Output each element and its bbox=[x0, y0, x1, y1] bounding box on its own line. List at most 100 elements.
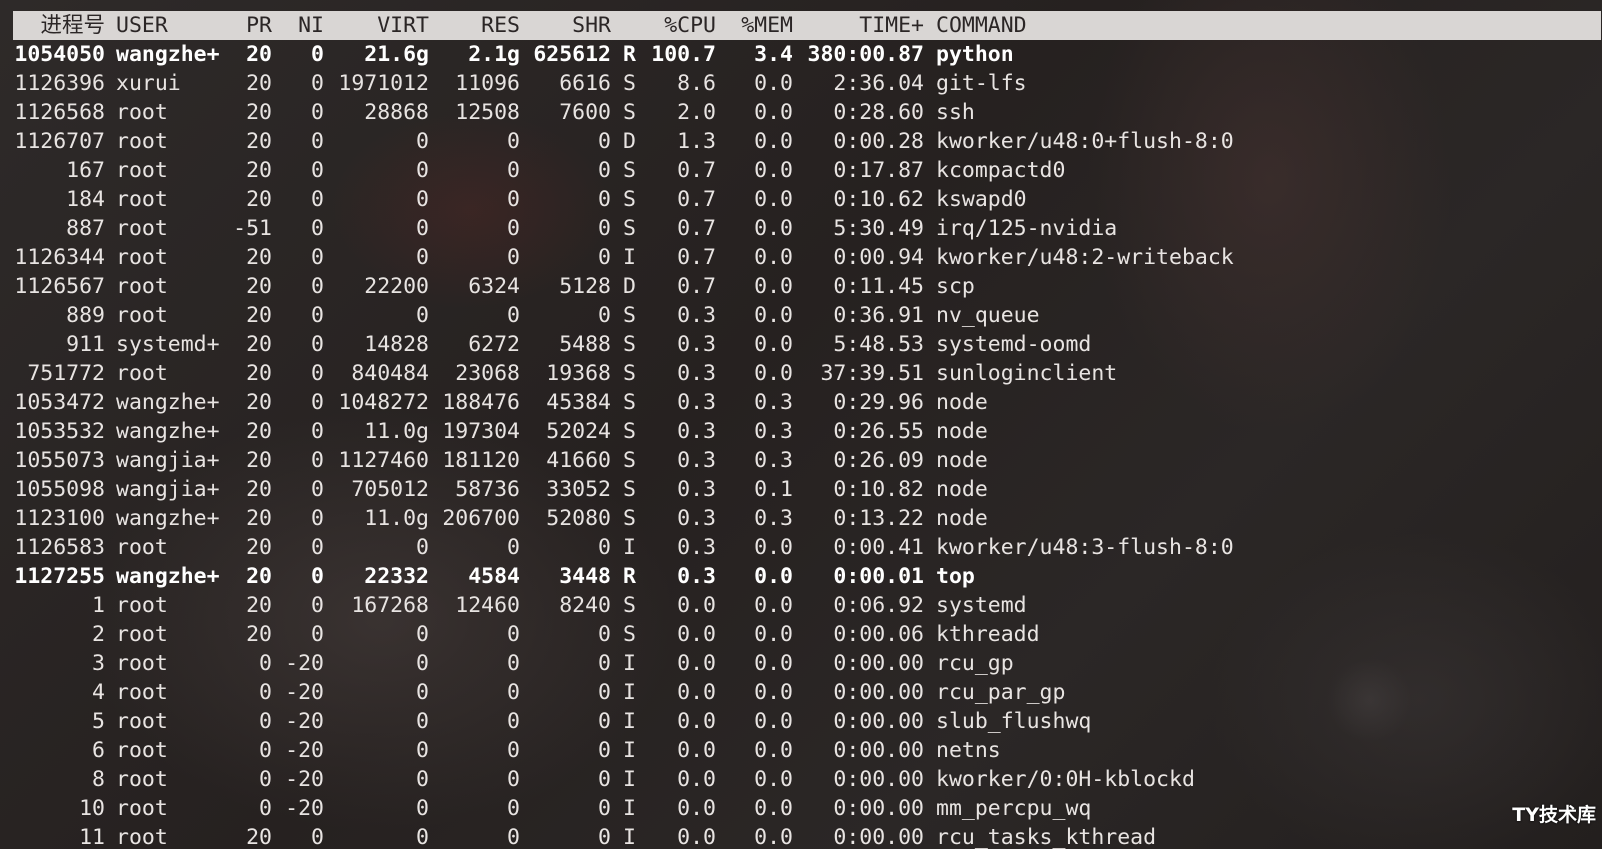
table-row[interactable]: 184 root 20 0 0 0 0 S 0.7 0.0 0:10.62 kswapd0 bbox=[0, 185, 1602, 214]
table-row[interactable]: 887 root -51 0 0 0 0 S 0.7 0.0 5:30.49 irq/125-nvid… bbox=[0, 214, 1602, 243]
cell-command: git-lfs bbox=[936, 71, 1027, 96]
cell-state: S bbox=[623, 622, 636, 647]
table-row[interactable]: 1055098 wangjia+ 20 0 705012 58736 33052 S 0.3 0.… bbox=[0, 475, 1602, 504]
cell-user: wangzhe+ bbox=[116, 419, 220, 444]
table-row[interactable]: 167 root 20 0 0 0 0 S 0.7 0.0 0:17.87 kcompactd0 bbox=[0, 156, 1602, 185]
table-row[interactable]: 1126707 root 20 0 0 0 0 D 1.3 0.0 0:00.28 kworker/u… bbox=[0, 127, 1602, 156]
cell-virt: 14828 bbox=[364, 332, 429, 357]
cell-res: 2.1g bbox=[468, 42, 520, 67]
table-row[interactable]: 1126583 root 20 0 0 0 0 I 0.3 0.0 0:00.41 kworker/u… bbox=[0, 533, 1602, 562]
column-header-user: USER bbox=[116, 13, 168, 38]
cell-mem: 0.0 bbox=[754, 680, 793, 705]
cell-virt: 0 bbox=[416, 187, 429, 212]
table-row[interactable]: 1053472 wangzhe+ 20 0 1048272 188476 45384 S 0.3… bbox=[0, 388, 1602, 417]
cell-pid: 1126396 bbox=[14, 71, 105, 96]
cell-nice: 0 bbox=[311, 361, 324, 386]
cell-command: kcompactd0 bbox=[936, 158, 1066, 183]
cell-time: 0:00.00 bbox=[833, 767, 924, 792]
cell-res: 6324 bbox=[468, 274, 520, 299]
cell-user: root bbox=[116, 158, 168, 183]
cell-pid: 1053532 bbox=[14, 419, 105, 444]
table-row[interactable]: 1053532 wangzhe+ 20 0 11.0g 197304 52024 S 0.3 0.… bbox=[0, 417, 1602, 446]
table-row[interactable]: 1126396 xurui 20 0 1971012 11096 6616 S 8.6 0.0 2:… bbox=[0, 69, 1602, 98]
cell-cpu: 0.0 bbox=[677, 825, 716, 849]
cell-time: 0:00.41 bbox=[833, 535, 924, 560]
table-row[interactable]: 8 root 0 -20 0 0 0 I 0.0 0.0 0:00.00 kworker/0:0H-k… bbox=[0, 765, 1602, 794]
table-row[interactable]: 889 root 20 0 0 0 0 S 0.3 0.0 0:36.91 nv_queue bbox=[0, 301, 1602, 330]
cell-shr: 0 bbox=[598, 709, 611, 734]
cell-virt: 0 bbox=[416, 738, 429, 763]
cell-shr: 5128 bbox=[559, 274, 611, 299]
table-row[interactable]: 10 root 0 -20 0 0 0 I 0.0 0.0 0:00.00 mm_percpu_wq bbox=[0, 794, 1602, 823]
table-row[interactable]: 751772 root 20 0 840484 23068 19368 S 0.3 0.0 37:3… bbox=[0, 359, 1602, 388]
cell-shr: 5488 bbox=[559, 332, 611, 357]
table-row[interactable]: 1126567 root 20 0 22200 6324 5128 D 0.7 0.0 0:11.4… bbox=[0, 272, 1602, 301]
cell-time: 0:00.94 bbox=[833, 245, 924, 270]
cell-virt: 0 bbox=[416, 129, 429, 154]
cell-nice: 0 bbox=[311, 825, 324, 849]
table-row[interactable]: 1054050 wangzhe+ 20 0 21.6g 2.1g 625612 R 100.7 3… bbox=[0, 40, 1602, 69]
cell-virt: 0 bbox=[416, 245, 429, 270]
cell-mem: 0.0 bbox=[754, 825, 793, 849]
cell-command: node bbox=[936, 448, 988, 473]
cell-virt: 11.0g bbox=[364, 506, 429, 531]
cell-user: root bbox=[116, 245, 168, 270]
cell-virt: 0 bbox=[416, 651, 429, 676]
cell-priority: 20 bbox=[246, 158, 272, 183]
cell-mem: 0.0 bbox=[754, 187, 793, 212]
cell-user: root bbox=[116, 825, 168, 849]
cell-shr: 41660 bbox=[546, 448, 611, 473]
cell-virt: 0 bbox=[416, 767, 429, 792]
cell-virt: 28868 bbox=[364, 100, 429, 125]
cell-nice: -20 bbox=[285, 651, 324, 676]
cell-mem: 0.0 bbox=[754, 796, 793, 821]
cell-shr: 52024 bbox=[546, 419, 611, 444]
cell-state: S bbox=[623, 477, 636, 502]
table-row[interactable]: 11 root 20 0 0 0 0 I 0.0 0.0 0:00.00 rcu_tasks_kthr… bbox=[0, 823, 1602, 849]
cell-state: S bbox=[623, 361, 636, 386]
cell-user: root bbox=[116, 651, 168, 676]
table-row[interactable]: 1 root 20 0 167268 12460 8240 S 0.0 0.0 0:06.92 sys… bbox=[0, 591, 1602, 620]
table-row[interactable]: 1126568 root 20 0 28868 12508 7600 S 2.0 0.0 0:28.… bbox=[0, 98, 1602, 127]
cell-pid: 4 bbox=[92, 680, 105, 705]
cell-cpu: 1.3 bbox=[677, 129, 716, 154]
table-row[interactable]: 1126344 root 20 0 0 0 0 I 0.7 0.0 0:00.94 kworker/u… bbox=[0, 243, 1602, 272]
cell-time: 0:00.28 bbox=[833, 129, 924, 154]
cell-user: root bbox=[116, 535, 168, 560]
cell-res: 0 bbox=[507, 129, 520, 154]
table-row[interactable]: 911 systemd+ 20 0 14828 6272 5488 S 0.3 0.0 5:48.5… bbox=[0, 330, 1602, 359]
cell-priority: 20 bbox=[246, 42, 272, 67]
cell-command: kthreadd bbox=[936, 622, 1040, 647]
cell-virt: 705012 bbox=[351, 477, 429, 502]
cell-time: 0:00.00 bbox=[833, 738, 924, 763]
cell-res: 0 bbox=[507, 651, 520, 676]
cell-res: 206700 bbox=[442, 506, 520, 531]
cell-pid: 1055073 bbox=[14, 448, 105, 473]
table-row[interactable]: 1123100 wangzhe+ 20 0 11.0g 206700 52080 S 0.3 0.… bbox=[0, 504, 1602, 533]
cell-time: 0:00.06 bbox=[833, 622, 924, 647]
cell-command: scp bbox=[936, 274, 975, 299]
cell-user: wangjia+ bbox=[116, 477, 220, 502]
table-row[interactable]: 1055073 wangjia+ 20 0 1127460 181120 41660 S 0.3… bbox=[0, 446, 1602, 475]
cell-virt: 22200 bbox=[364, 274, 429, 299]
table-row[interactable]: 3 root 0 -20 0 0 0 I 0.0 0.0 0:00.00 rcu_gp bbox=[0, 649, 1602, 678]
cell-user: wangzhe+ bbox=[116, 564, 220, 589]
cell-nice: 0 bbox=[311, 187, 324, 212]
table-row[interactable]: 6 root 0 -20 0 0 0 I 0.0 0.0 0:00.00 netns bbox=[0, 736, 1602, 765]
cell-nice: 0 bbox=[311, 274, 324, 299]
cell-shr: 7600 bbox=[559, 100, 611, 125]
top-process-table[interactable]: 进程号 USER PR NI VIRT RES SHR %CPU %MEM TI… bbox=[0, 11, 1602, 849]
cell-virt: 0 bbox=[416, 535, 429, 560]
cell-mem: 0.0 bbox=[754, 593, 793, 618]
table-row[interactable]: 4 root 0 -20 0 0 0 I 0.0 0.0 0:00.00 rcu_par_gp bbox=[0, 678, 1602, 707]
table-row[interactable]: 1127255 wangzhe+ 20 0 22332 4584 3448 R 0.3 0.0 0:… bbox=[0, 562, 1602, 591]
cell-virt: 0 bbox=[416, 825, 429, 849]
cell-pid: 1126583 bbox=[14, 535, 105, 560]
table-row[interactable]: 5 root 0 -20 0 0 0 I 0.0 0.0 0:00.00 slub_flushwq bbox=[0, 707, 1602, 736]
cell-command: rcu_tasks_kthread bbox=[936, 825, 1157, 849]
cell-nice: 0 bbox=[311, 71, 324, 96]
cell-time: 0:00.01 bbox=[833, 564, 924, 589]
cell-command: kswapd0 bbox=[936, 187, 1027, 212]
table-row[interactable]: 2 root 20 0 0 0 0 S 0.0 0.0 0:00.06 kthreadd bbox=[0, 620, 1602, 649]
cell-shr: 0 bbox=[598, 680, 611, 705]
